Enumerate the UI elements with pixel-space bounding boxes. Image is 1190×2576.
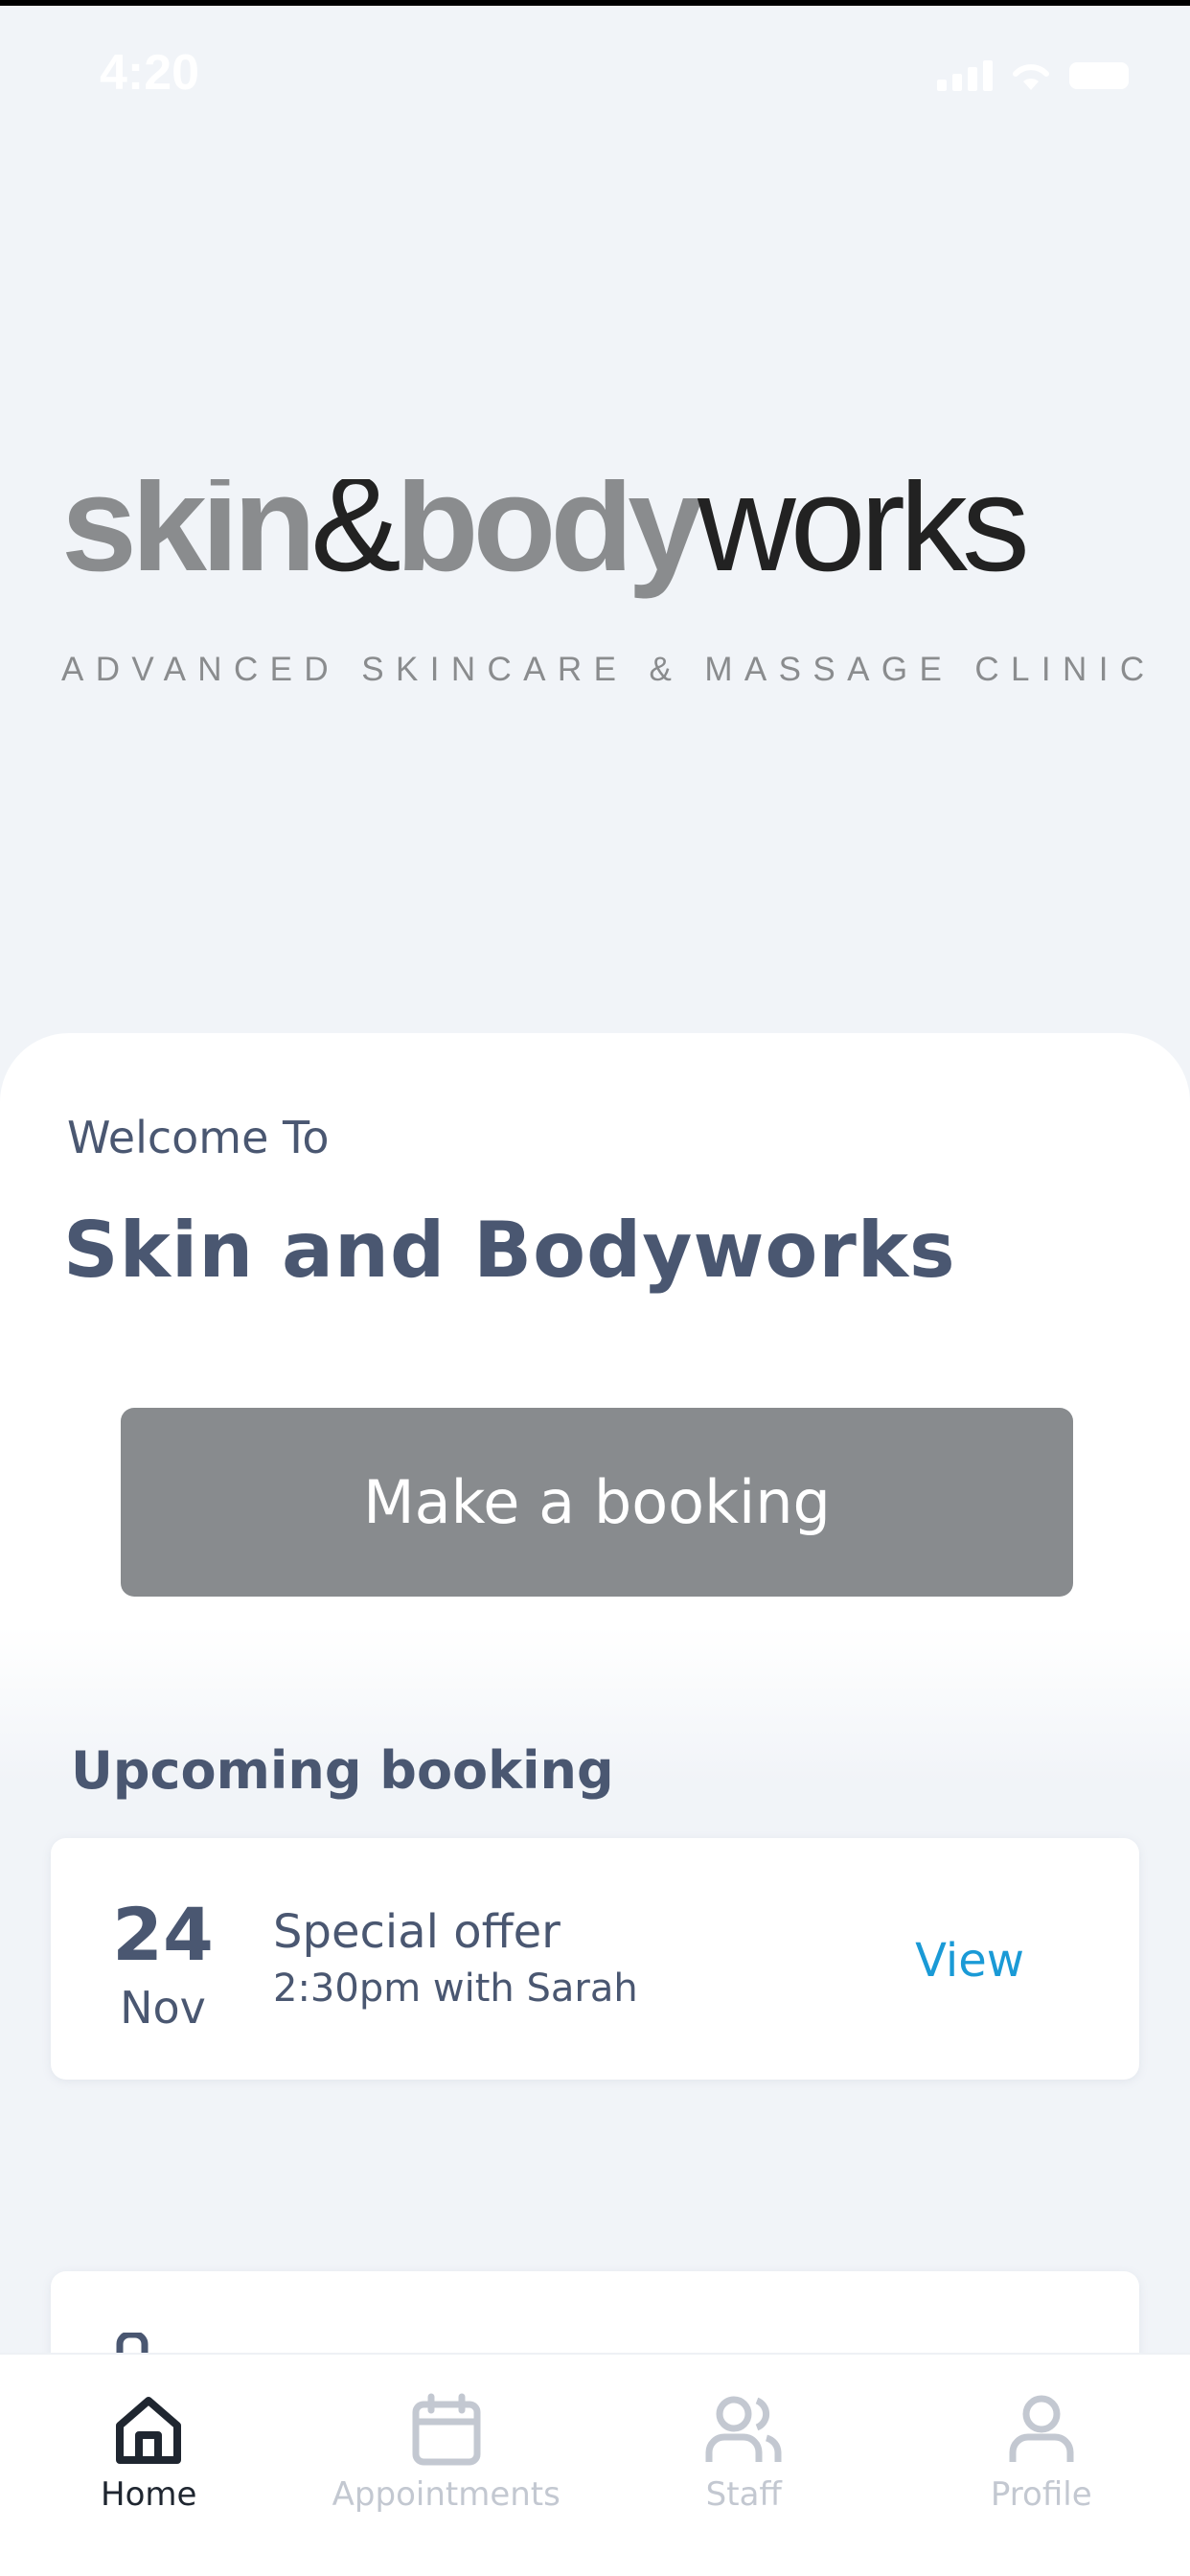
battery-icon bbox=[1069, 62, 1129, 89]
logo-word-body: body bbox=[396, 479, 703, 600]
nav-label-home: Home bbox=[101, 2475, 197, 2514]
calendar-icon bbox=[412, 2393, 481, 2466]
booking-month: Nov bbox=[120, 1982, 206, 2034]
logo-word-works: works bbox=[697, 479, 1025, 600]
home-icon bbox=[116, 2397, 182, 2464]
booking-day: 24 bbox=[112, 1892, 214, 1977]
logo-word-skin: skin bbox=[61, 479, 310, 600]
nav-label-appointments: Appointments bbox=[332, 2475, 561, 2514]
users-icon bbox=[705, 2396, 782, 2462]
welcome-label: Welcome To bbox=[67, 1112, 330, 1163]
nav-item-staff[interactable]: Staff bbox=[595, 2355, 893, 2576]
signal-icon bbox=[937, 60, 993, 91]
view-booking-link[interactable]: View bbox=[915, 1934, 1024, 1988]
nav-item-appointments[interactable]: Appointments bbox=[298, 2355, 596, 2576]
nav-label-profile: Profile bbox=[990, 2475, 1092, 2514]
page-title: Skin and Bodyworks bbox=[63, 1206, 956, 1295]
status-icons bbox=[937, 59, 1129, 92]
logo-ampersand: & bbox=[310, 479, 400, 600]
bottom-nav: Home Appointments Staff Profile bbox=[0, 2353, 1190, 2576]
svg-text:skin&bodyworks: skin&bodyworks bbox=[61, 479, 1025, 600]
make-booking-button[interactable]: Make a booking bbox=[121, 1408, 1073, 1597]
status-time: 4:20 bbox=[100, 45, 200, 101]
brand-logo: skin&bodyworks ADVANCED SKINCARE & MASSA… bbox=[0, 479, 1190, 709]
nav-item-home[interactable]: Home bbox=[0, 2355, 298, 2576]
upcoming-booking-card[interactable]: 24 Nov Special offer 2:30pm with Sarah V… bbox=[51, 1838, 1139, 2080]
nav-label-staff: Staff bbox=[705, 2475, 782, 2514]
booking-time-staff: 2:30pm with Sarah bbox=[273, 1966, 638, 2011]
user-icon bbox=[1009, 2395, 1074, 2462]
upcoming-booking-heading: Upcoming booking bbox=[71, 1740, 614, 1801]
nav-item-profile[interactable]: Profile bbox=[893, 2355, 1190, 2576]
wifi-icon bbox=[1013, 64, 1049, 90]
logo-tagline: ADVANCED SKINCARE & MASSAGE CLINIC bbox=[61, 651, 1156, 688]
booking-title: Special offer bbox=[273, 1905, 561, 1959]
status-bar: 4:20 bbox=[0, 6, 1190, 140]
